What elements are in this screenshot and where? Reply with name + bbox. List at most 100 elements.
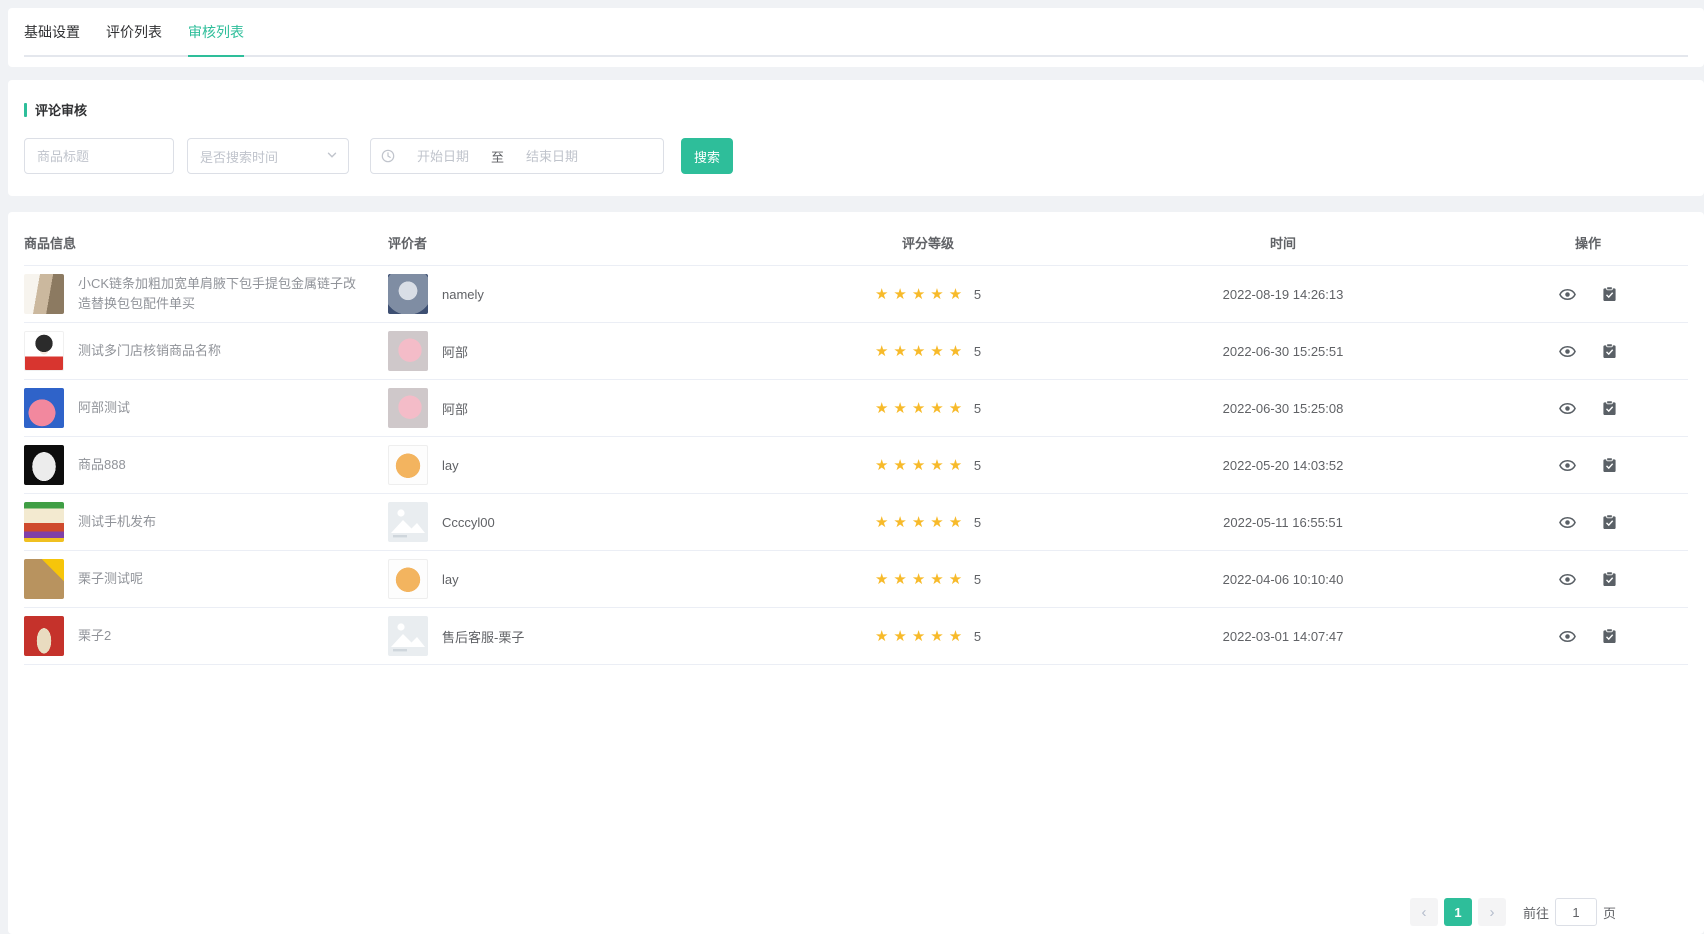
tab-bar: 基础设置 评价列表 审核列表 [24, 22, 1688, 57]
eye-icon [1559, 291, 1576, 306]
view-button[interactable] [1559, 571, 1576, 588]
product-image [24, 274, 64, 314]
star-rating: ★★★★★ [875, 570, 967, 588]
clipboard-check-icon [1602, 575, 1617, 590]
eye-icon [1559, 348, 1576, 363]
star-rating: ★★★★★ [875, 513, 967, 531]
product-image [24, 559, 64, 599]
clipboard-check-icon [1602, 290, 1617, 305]
rating-value: 5 [974, 401, 981, 416]
product-image [24, 502, 64, 542]
chevron-down-icon [326, 149, 338, 164]
review-time: 2022-05-11 16:55:51 [1078, 515, 1488, 530]
audit-button[interactable] [1602, 457, 1617, 473]
reviewer-name: Ccccyl00 [442, 515, 495, 530]
reviewer-avatar [388, 388, 428, 428]
comment-audit-card: 评论审核 是否搜索时间 至 搜索 [8, 80, 1704, 196]
date-range-picker[interactable]: 至 [370, 138, 664, 174]
tab-audit-list[interactable]: 审核列表 [188, 22, 244, 55]
prev-page-button[interactable]: ‹ [1410, 898, 1438, 926]
next-page-button[interactable]: › [1478, 898, 1506, 926]
reviewer-avatar [388, 445, 428, 485]
rating-value: 5 [974, 458, 981, 473]
product-image [24, 331, 64, 371]
clipboard-check-icon [1602, 347, 1617, 362]
audit-button[interactable] [1602, 343, 1617, 359]
rating-value: 5 [974, 287, 981, 302]
goto-page-input[interactable] [1555, 898, 1597, 926]
product-image [24, 388, 64, 428]
eye-icon [1559, 462, 1576, 477]
review-time: 2022-03-01 14:07:47 [1078, 629, 1488, 644]
star-rating: ★★★★★ [875, 627, 967, 645]
table-row: 阿部测试 阿部 ★★★★★ 5 2022-06-30 15:25:08 [24, 380, 1688, 437]
product-title: 商品888 [78, 455, 126, 475]
rating-value: 5 [974, 629, 981, 644]
rating-value: 5 [974, 515, 981, 530]
reviewer-name: 阿部 [442, 342, 468, 361]
table-row: 测试手机发布 Ccccyl00 ★★★★★ 5 2022-05-11 16:55… [24, 494, 1688, 551]
audit-button[interactable] [1602, 628, 1617, 644]
clock-icon [381, 149, 395, 163]
table-row: 栗子2 售后客服-栗子 ★★★★★ 5 2022-03-01 14:07:47 [24, 608, 1688, 665]
view-button[interactable] [1559, 457, 1576, 474]
reviewer-avatar-placeholder [388, 502, 428, 542]
table-header-row: 商品信息 评价者 评分等级 时间 操作 [24, 220, 1688, 266]
tabs-card: 基础设置 评价列表 审核列表 [8, 8, 1704, 67]
time-search-select[interactable]: 是否搜索时间 [187, 138, 349, 174]
page-1-button[interactable]: 1 [1444, 898, 1472, 926]
header-operations: 操作 [1488, 233, 1688, 252]
reviewer-avatar [388, 274, 428, 314]
reviewer-name: 阿部 [442, 399, 468, 418]
view-button[interactable] [1559, 343, 1576, 360]
product-title: 阿部测试 [78, 398, 130, 418]
product-title: 栗子2 [78, 626, 111, 646]
audit-button[interactable] [1602, 571, 1617, 587]
section-title: 评论审核 [24, 100, 1688, 119]
product-title: 栗子测试呢 [78, 569, 143, 589]
audit-table-card: 商品信息 评价者 评分等级 时间 操作 小CK链条加粗加宽单肩腋下包手提包金属链… [8, 212, 1704, 934]
star-rating: ★★★★★ [875, 456, 967, 474]
tab-review-list[interactable]: 评价列表 [106, 22, 162, 55]
header-product-info: 商品信息 [24, 233, 388, 252]
star-rating: ★★★★★ [875, 342, 967, 360]
review-time: 2022-08-19 14:26:13 [1078, 287, 1488, 302]
reviewer-name: lay [442, 572, 459, 587]
product-title: 测试多门店核销商品名称 [78, 341, 221, 361]
view-button[interactable] [1559, 628, 1576, 645]
reviewer-name: namely [442, 287, 484, 302]
audit-button[interactable] [1602, 400, 1617, 416]
product-title: 小CK链条加粗加宽单肩腋下包手提包金属链子改造替换包包配件单买 [78, 274, 362, 314]
table-row: 栗子测试呢 lay ★★★★★ 5 2022-04-06 10:10:40 [24, 551, 1688, 608]
search-button[interactable]: 搜索 [681, 138, 733, 174]
select-placeholder: 是否搜索时间 [200, 147, 278, 166]
audit-button[interactable] [1602, 514, 1617, 530]
view-button[interactable] [1559, 286, 1576, 303]
clipboard-check-icon [1602, 632, 1617, 647]
start-date-input[interactable] [395, 149, 491, 164]
review-time: 2022-04-06 10:10:40 [1078, 572, 1488, 587]
view-button[interactable] [1559, 400, 1576, 417]
review-time: 2022-06-30 15:25:51 [1078, 344, 1488, 359]
star-rating: ★★★★★ [875, 399, 967, 417]
table-row: 小CK链条加粗加宽单肩腋下包手提包金属链子改造替换包包配件单买 namely ★… [24, 266, 1688, 323]
filter-row: 是否搜索时间 至 搜索 [24, 138, 1688, 174]
clipboard-check-icon [1602, 518, 1617, 533]
clipboard-check-icon [1602, 404, 1617, 419]
end-date-input[interactable] [504, 149, 600, 164]
eye-icon [1559, 405, 1576, 420]
audit-button[interactable] [1602, 286, 1617, 302]
goto-label: 前往 [1523, 903, 1549, 922]
product-title-input[interactable] [24, 138, 174, 174]
title-accent-bar [24, 103, 27, 117]
eye-icon [1559, 576, 1576, 591]
reviewer-name: 售后客服-栗子 [442, 627, 524, 646]
product-title: 测试手机发布 [78, 512, 156, 532]
reviewer-avatar [388, 331, 428, 371]
pagination: ‹ 1 › 前往 页 [1407, 898, 1616, 926]
tab-basic-settings[interactable]: 基础设置 [24, 22, 80, 55]
reviewer-name: lay [442, 458, 459, 473]
page: 基础设置 评价列表 审核列表 评论审核 是否搜索时间 至 [0, 0, 1704, 934]
view-button[interactable] [1559, 514, 1576, 531]
section-title-text: 评论审核 [35, 100, 87, 119]
